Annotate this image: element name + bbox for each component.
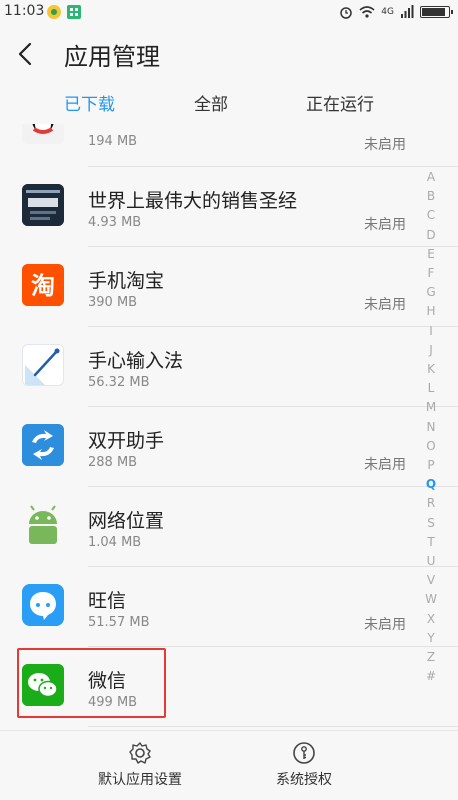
tab-bar: 已下载 全部 正在运行 [0, 84, 458, 124]
index-letter-d[interactable]: D [424, 226, 438, 245]
index-letter-y[interactable]: Y [424, 629, 438, 648]
list-item-input-method[interactable]: 手心输入法 56.32 MB [0, 326, 418, 406]
back-arrow-icon[interactable] [14, 40, 38, 68]
app-size: 4.93 MB [88, 215, 142, 230]
app-size: 499 MB [88, 695, 138, 710]
list-item-taobao[interactable]: 淘 手机淘宝 390 MB 未启用 [0, 246, 418, 326]
app-name: 手机淘宝 [88, 270, 165, 292]
index-letter-g[interactable]: G [424, 283, 438, 302]
tab-all[interactable]: 全部 [194, 90, 228, 115]
app-status: 未启用 [364, 297, 406, 313]
system-auth-label: 系统授权 [276, 772, 332, 788]
system-auth-button[interactable]: 系统授权 [204, 731, 404, 800]
index-letter-j[interactable]: J [424, 341, 438, 360]
index-letter-x[interactable]: X [424, 610, 438, 629]
index-letter-q[interactable]: Q [424, 475, 438, 494]
battery-icon [420, 6, 453, 18]
list-item-sales-bible[interactable]: 世界上最伟大的销售圣经 4.93 MB 未启用 [0, 166, 418, 246]
index-letter-u[interactable]: U [424, 552, 438, 571]
index-letter-n[interactable]: N [424, 418, 438, 437]
index-letter-h[interactable]: H [424, 302, 438, 321]
android-icon [22, 504, 64, 546]
book-icon [22, 184, 64, 226]
app-status: 未启用 [364, 617, 406, 633]
app-status: 未启用 [364, 137, 406, 153]
wangxin-icon [22, 584, 64, 626]
index-letter-a[interactable]: A [424, 168, 438, 187]
list-item-dual-app[interactable]: 双开助手 288 MB 未启用 [0, 406, 418, 486]
taobao-icon: 淘 [22, 264, 64, 306]
wifi-icon [359, 6, 375, 18]
list-item-qq[interactable]: 194 MB 未启用 [0, 124, 418, 164]
app-name: 微信 [88, 670, 127, 692]
app-status: 未启用 [364, 457, 406, 473]
index-letter-k[interactable]: K [424, 360, 438, 379]
app-name: 手心输入法 [88, 350, 184, 372]
alarm-icon [340, 7, 353, 19]
index-letter-e[interactable]: E [424, 245, 438, 264]
index-letter-p[interactable]: P [424, 456, 438, 475]
app-list: 194 MB 未启用 世界上最伟大的销售圣经 4.93 MB 未启用 淘 手机淘… [0, 124, 458, 729]
qq-icon [22, 124, 64, 144]
index-letter-i[interactable]: I [424, 322, 438, 341]
gear-icon [129, 742, 151, 764]
index-letter-o[interactable]: O [424, 437, 438, 456]
index-letter-l[interactable]: L [424, 379, 438, 398]
page-title: 应用管理 [64, 43, 160, 71]
index-letter-r[interactable]: R [424, 494, 438, 513]
list-item-wangxin[interactable]: 旺信 51.57 MB 未启用 [0, 566, 418, 646]
divider [88, 726, 458, 727]
tab-downloaded[interactable]: 已下载 [64, 90, 115, 115]
key-icon [293, 742, 315, 764]
status-icons: 4G [339, 3, 453, 21]
app-size: 288 MB [88, 455, 138, 470]
app-size: 390 MB [88, 295, 138, 310]
index-letter-z[interactable]: Z [424, 648, 438, 667]
index-letter-m[interactable]: M [424, 398, 438, 417]
app-size: 56.32 MB [88, 375, 150, 390]
app-size: 51.57 MB [88, 615, 150, 630]
index-letter-hash[interactable]: # [424, 667, 438, 686]
status-bar: 11:03 4G [0, 0, 458, 24]
app-name: 旺信 [88, 590, 127, 612]
network-type: 4G [381, 7, 394, 17]
app-name: 世界上最伟大的销售圣经 [88, 190, 298, 212]
header: 应用管理 [0, 24, 458, 84]
bottom-bar: 默认应用设置 系统授权 [0, 730, 458, 800]
app-name: 网络位置 [88, 510, 165, 532]
index-letter-t[interactable]: T [424, 533, 438, 552]
svg-text:淘: 淘 [31, 272, 55, 300]
tab-running[interactable]: 正在运行 [306, 90, 374, 115]
input-method-icon [22, 344, 64, 386]
alphabet-index[interactable]: A B C D E F G H I J K L M N O P Q R S T U V W X Y Z # [424, 168, 438, 686]
dual-app-icon [22, 424, 64, 466]
status-time: 11:03 [4, 3, 45, 19]
signal-icon [401, 5, 414, 18]
qr-icon [66, 4, 82, 20]
list-item-wechat[interactable]: 微信 499 MB [0, 646, 418, 726]
index-letter-b[interactable]: B [424, 187, 438, 206]
wechat-icon [22, 664, 64, 706]
list-item-network-location[interactable]: 网络位置 1.04 MB [0, 486, 418, 566]
index-letter-c[interactable]: C [424, 206, 438, 225]
app-name: 双开助手 [88, 430, 165, 452]
app-size: 194 MB [88, 134, 138, 149]
app-status: 未启用 [364, 217, 406, 233]
index-letter-f[interactable]: F [424, 264, 438, 283]
index-letter-s[interactable]: S [424, 514, 438, 533]
index-letter-v[interactable]: V [424, 571, 438, 590]
notification-icon [46, 4, 62, 20]
index-letter-w[interactable]: W [424, 590, 438, 609]
app-size: 1.04 MB [88, 535, 142, 550]
